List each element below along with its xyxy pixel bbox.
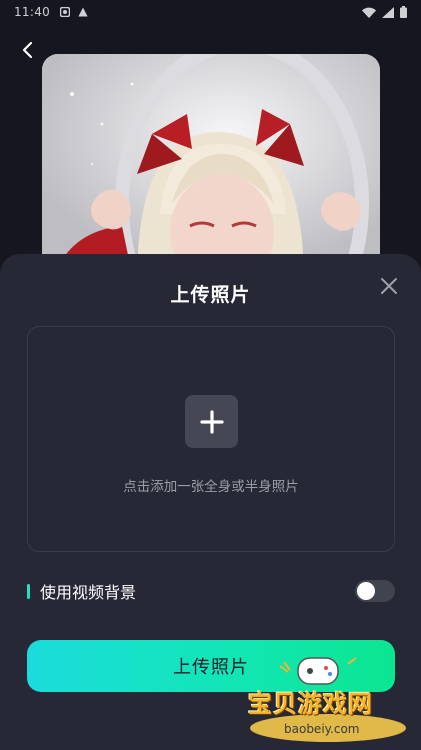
- video-background-label: 使用视频背景: [40, 583, 137, 602]
- close-icon: [381, 278, 397, 294]
- video-background-row: 使用视频背景: [27, 578, 395, 604]
- photo-upload-area[interactable]: 点击添加一张全身或半身照片: [27, 326, 395, 552]
- status-indicators: [362, 6, 407, 18]
- watermark: 宝贝游戏网 baobeiy.com: [240, 656, 410, 746]
- warning-icon: [78, 7, 88, 17]
- toggle-knob: [357, 582, 375, 600]
- accent-bar: [27, 583, 30, 599]
- wifi-icon: [362, 7, 376, 18]
- portrait-image: [42, 54, 380, 284]
- upload-photo-button-label: 上传照片: [173, 657, 249, 677]
- plus-icon: [199, 409, 224, 434]
- signal-icon: [382, 6, 394, 18]
- sheet-title: 上传照片: [170, 284, 251, 306]
- video-background-toggle[interactable]: [355, 580, 395, 602]
- chevron-left-icon: [22, 41, 33, 59]
- watermark-url: baobeiy.com: [284, 722, 360, 736]
- add-photo-button[interactable]: [185, 395, 238, 448]
- back-button[interactable]: [14, 36, 42, 64]
- close-button[interactable]: [377, 274, 401, 298]
- battery-icon: [400, 6, 407, 18]
- notification-icon: [60, 7, 71, 17]
- preview-photo: [42, 54, 380, 284]
- upload-hint: 点击添加一张全身或半身照片: [123, 479, 299, 495]
- status-bar: 11:40: [0, 0, 421, 24]
- status-time: 11:40: [14, 5, 51, 19]
- watermark-brand: 宝贝游戏网: [248, 690, 373, 718]
